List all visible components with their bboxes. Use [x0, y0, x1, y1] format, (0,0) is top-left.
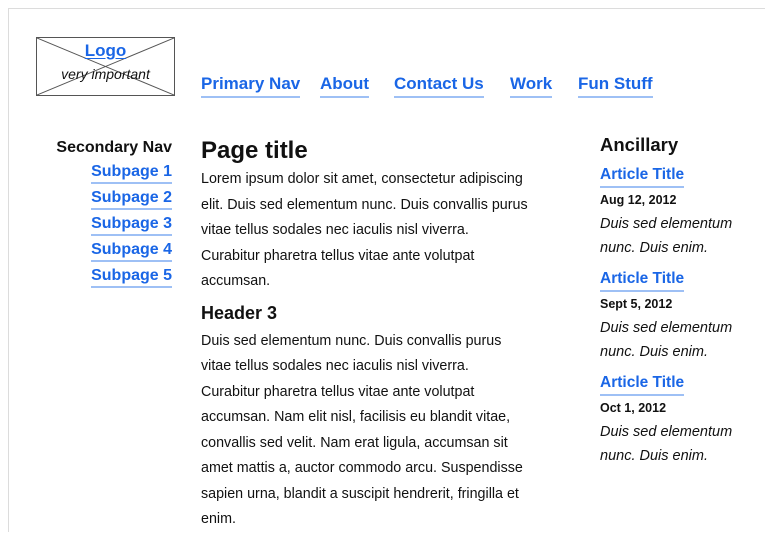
- text-line: Curabitur pharetra tellus vitae ante vol…: [201, 383, 475, 400]
- subpage-link-4[interactable]: Subpage 4: [91, 241, 172, 262]
- text-line: nunc. Duis enim.: [600, 344, 708, 360]
- article-item: Article Title Sept 5, 2012 Duis sed elem…: [600, 269, 760, 364]
- text-line: convallis sed velit. Nam erat ligula, ac…: [201, 434, 508, 451]
- text-line: accumsan.: [201, 273, 271, 289]
- text-line: amet mattis a, auctor commodo arcu. Susp…: [201, 460, 523, 476]
- ancillary-title: Ancillary: [600, 134, 679, 155]
- article-date: Aug 12, 2012: [600, 193, 677, 207]
- text-line: Duis sed elementum: [600, 320, 733, 336]
- article-excerpt: Duis sed elementum nunc. Duis enim.: [600, 420, 760, 468]
- text-line: Duis sed elementum nunc. Duis convallis …: [201, 332, 502, 349]
- text-line: Duis sed elementum: [600, 424, 733, 440]
- intro-paragraph: Lorem ipsum dolor sit amet, consectetur …: [201, 167, 571, 295]
- text-line: Duis sed elementum: [600, 216, 733, 232]
- text-line: Curabitur pharetra tellus vitae ante vol…: [201, 247, 475, 264]
- section-header: Header 3: [201, 302, 278, 323]
- nav-about[interactable]: About: [320, 74, 370, 98]
- text-line: elit. Duis sed elementum nunc. Duis conv…: [201, 196, 528, 213]
- secondary-nav-title: Secondary Nav: [56, 139, 172, 156]
- logo-placeholder[interactable]: Logo very important: [36, 37, 175, 96]
- main-content: Page title Lorem ipsum dolor sit amet, c…: [201, 136, 571, 533]
- nav-contact-us[interactable]: Contact Us: [394, 74, 484, 98]
- page-title: Page title: [201, 137, 308, 164]
- logo-label: Logo: [84, 41, 127, 60]
- text-line: accumsan. Nam elit nisl, facilisis eu bl…: [201, 409, 511, 425]
- article-date: Oct 1, 2012: [600, 401, 667, 415]
- body-paragraph: Duis sed elementum nunc. Duis convallis …: [201, 329, 571, 533]
- text-line: nunc. Duis enim.: [600, 240, 708, 256]
- article-item: Article Title Oct 1, 2012 Duis sed eleme…: [600, 373, 760, 468]
- subpage-link-2[interactable]: Subpage 2: [91, 189, 172, 210]
- text-line: sapien urna, blandit a suscipit hendreri…: [201, 485, 519, 502]
- text-line: enim.: [201, 511, 236, 527]
- article-excerpt: Duis sed elementum nunc. Duis enim.: [600, 316, 760, 364]
- subpage-link-5[interactable]: Subpage 5: [91, 267, 172, 288]
- article-excerpt: Duis sed elementum nunc. Duis enim.: [600, 212, 760, 260]
- article-date: Sept 5, 2012: [600, 297, 673, 311]
- ancillary-sidebar: Ancillary Article Title Aug 12, 2012 Dui…: [600, 133, 760, 477]
- text-line: nunc. Duis enim.: [600, 448, 708, 464]
- nav-fun-stuff[interactable]: Fun Stuff: [578, 74, 653, 98]
- text-line: vitae tellus sodales nec iaculis nisl vi…: [201, 358, 469, 374]
- article-title-link[interactable]: Article Title: [600, 373, 685, 396]
- nav-primary[interactable]: Primary Nav: [201, 74, 301, 98]
- subpage-link-3[interactable]: Subpage 3: [91, 215, 172, 236]
- subpage-link-1[interactable]: Subpage 1: [91, 163, 172, 184]
- logo-subtitle: very important: [61, 66, 150, 82]
- article-title-link[interactable]: Article Title: [600, 269, 685, 292]
- text-line: vitae tellus sodales nec iaculis nisl vi…: [201, 222, 469, 238]
- text-line: Lorem ipsum dolor sit amet, consectetur …: [201, 171, 523, 187]
- article-item: Article Title Aug 12, 2012 Duis sed elem…: [600, 165, 760, 260]
- article-title-link[interactable]: Article Title: [600, 165, 685, 188]
- nav-work[interactable]: Work: [510, 74, 553, 98]
